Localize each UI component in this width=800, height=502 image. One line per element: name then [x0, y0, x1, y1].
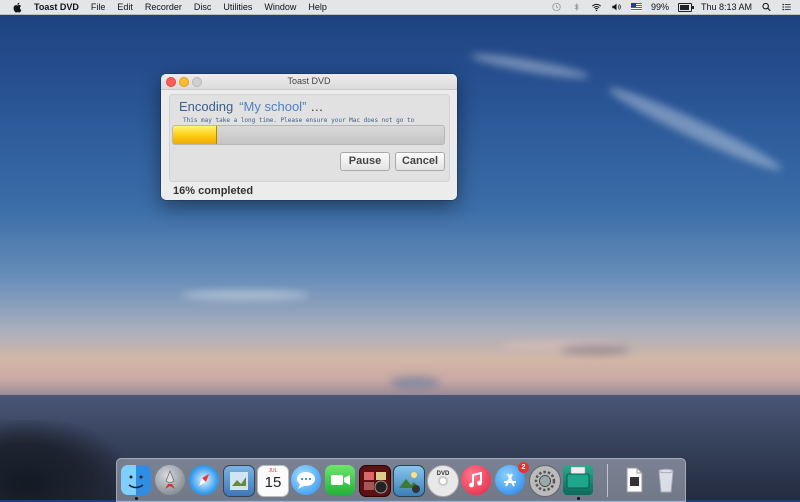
us-flag-icon[interactable] [630, 3, 642, 11]
battery-percent[interactable]: 99% [651, 2, 669, 12]
messages-icon[interactable] [291, 465, 321, 495]
iphoto-icon[interactable] [393, 465, 425, 497]
battery-icon[interactable] [677, 2, 694, 12]
calendar-icon[interactable]: JUL 15 [257, 465, 289, 497]
menu-file[interactable]: File [91, 2, 106, 12]
cancel-button[interactable]: Cancel [395, 152, 445, 171]
app-menu[interactable]: Toast DVD [34, 2, 79, 12]
menu-window[interactable]: Window [264, 2, 296, 12]
finder-icon[interactable] [121, 465, 151, 495]
pause-button[interactable]: Pause [340, 152, 390, 171]
dock: JUL 15 DVD 2 [116, 458, 686, 502]
encoding-progress-bar [172, 125, 445, 145]
preview-icon[interactable] [223, 465, 255, 497]
heading-ellipsis: … [310, 99, 324, 114]
facetime-icon[interactable] [325, 465, 355, 495]
toast-icon[interactable] [563, 465, 593, 495]
menu-utilities[interactable]: Utilities [223, 2, 252, 12]
progress-fill [173, 126, 218, 144]
menu-edit[interactable]: Edit [117, 2, 133, 12]
itunes-icon[interactable] [461, 465, 491, 495]
safari-icon[interactable] [189, 465, 219, 495]
dvd-player-icon[interactable]: DVD [427, 465, 459, 497]
project-name: “My school” [239, 99, 307, 114]
menu-help[interactable]: Help [308, 2, 327, 12]
apple-icon[interactable] [12, 2, 24, 13]
progress-panel: Encoding “My school”… This may take a lon… [169, 94, 450, 182]
encoding-label: Encoding [179, 99, 234, 114]
progress-status: 16% completed [173, 185, 254, 197]
window-titlebar[interactable]: Toast DVD [161, 74, 457, 90]
documents-icon[interactable] [619, 465, 649, 495]
calendar-day: 15 [264, 474, 282, 491]
trash-icon[interactable] [651, 465, 681, 495]
menu-disc[interactable]: Disc [194, 2, 212, 12]
menu-bar: Toast DVD File Edit Recorder Disc Utilit… [0, 0, 800, 15]
volume-icon[interactable] [611, 2, 622, 12]
app-store-icon[interactable]: 2 [495, 462, 529, 495]
time-machine-icon[interactable] [551, 2, 562, 12]
photo-booth-icon[interactable] [359, 465, 391, 497]
clock[interactable]: Thu 8:13 AM [701, 2, 752, 12]
encoding-heading: Encoding “My school”… [179, 99, 323, 114]
notification-center-icon[interactable] [781, 2, 792, 12]
menu-recorder[interactable]: Recorder [145, 2, 182, 12]
app-store-badge: 2 [518, 462, 529, 473]
wifi-icon[interactable] [591, 2, 602, 12]
sleep-warning-text: This may take a long time. Please ensure… [183, 117, 415, 124]
launchpad-icon[interactable] [155, 465, 185, 495]
bluetooth-icon[interactable] [571, 2, 582, 12]
encoding-window: Toast DVD Encoding “My school”… This may … [161, 74, 457, 200]
system-preferences-icon[interactable] [529, 465, 561, 497]
dock-separator [607, 464, 608, 497]
window-title: Toast DVD [287, 76, 331, 86]
svg-text:DVD: DVD [437, 471, 450, 477]
spotlight-icon[interactable] [761, 2, 772, 12]
